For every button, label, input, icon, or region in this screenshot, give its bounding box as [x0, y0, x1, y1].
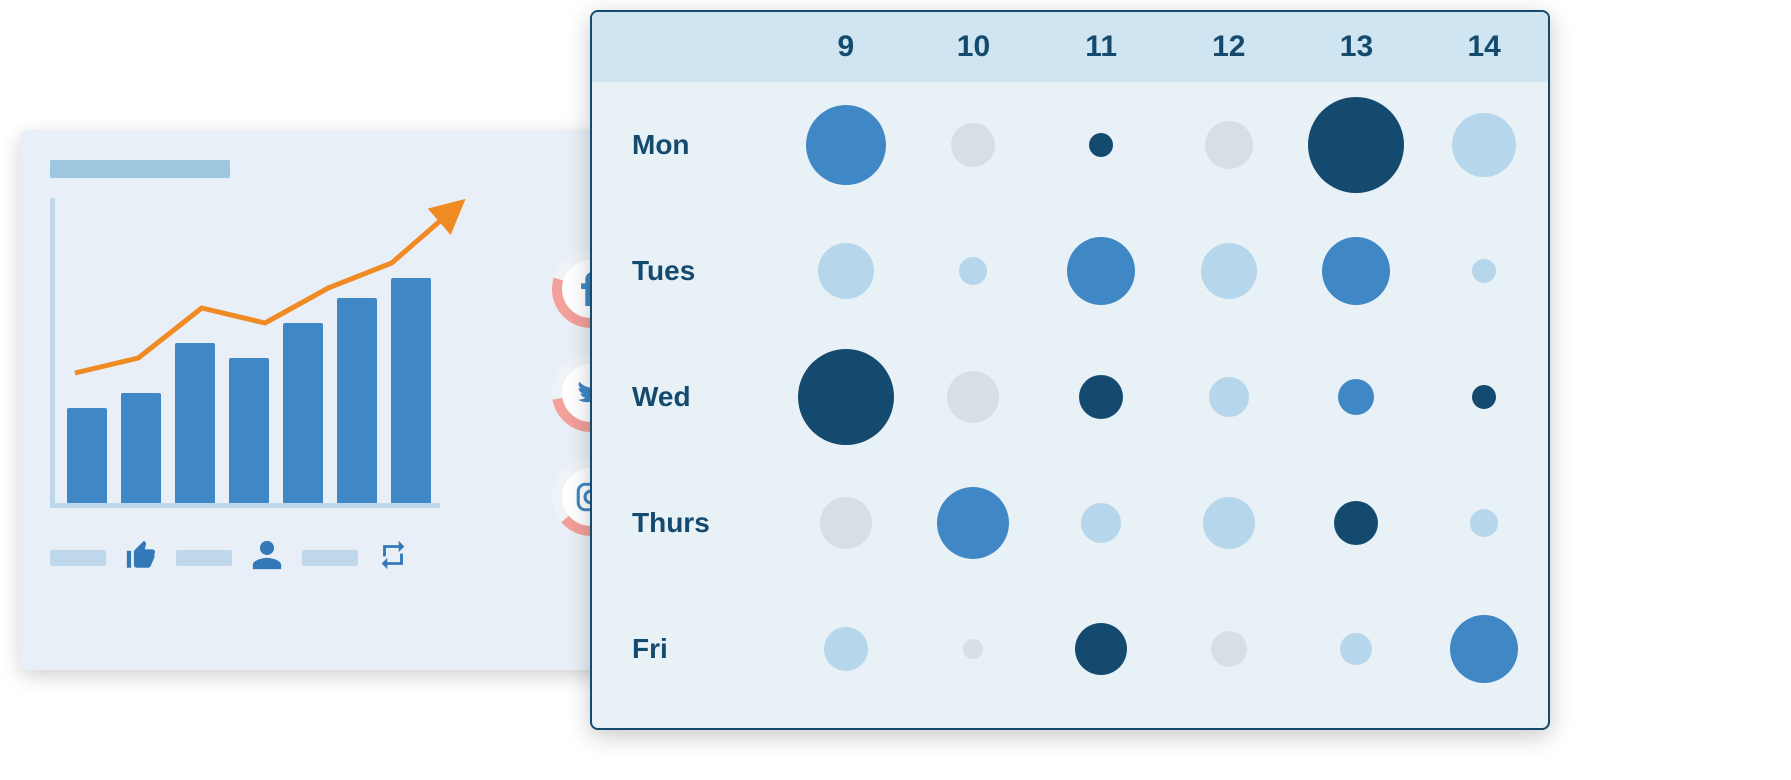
heatmap-cell: [1165, 243, 1293, 299]
metrics-row: [50, 538, 590, 577]
heatmap-cell: [1420, 615, 1548, 683]
heatmap-col-label: 14: [1420, 30, 1548, 64]
bar: [121, 393, 161, 503]
heatmap-bubble: [1211, 631, 1247, 667]
bar: [283, 323, 323, 503]
heatmap-cell: [782, 627, 910, 671]
heatmap-cell: [1293, 633, 1421, 665]
heatmap-col-label: 11: [1037, 30, 1165, 64]
heatmap-cell: [1293, 237, 1421, 305]
heatmap-body: Mon Tues Wed Thurs Fri: [592, 82, 1548, 712]
heatmap-bubble: [947, 371, 999, 423]
heatmap-cell: [1420, 259, 1548, 283]
heatmap-bubble: [937, 487, 1009, 559]
heatmap-cell: [1037, 133, 1165, 157]
heatmap-cell: [910, 257, 1038, 285]
heatmap-cell: [910, 487, 1038, 559]
heatmap-col-label: 10: [910, 30, 1038, 64]
heatmap-cell: [1037, 375, 1165, 419]
heatmap-bubble: [1472, 259, 1496, 283]
heatmap-bubble: [1079, 375, 1123, 419]
heatmap-cell: [782, 349, 910, 445]
heatmap-cell: [1165, 121, 1293, 169]
heatmap-cell: [782, 105, 910, 185]
heatmap-row-label: Thurs: [592, 507, 782, 539]
heatmap-bubble: [1338, 379, 1374, 415]
heatmap-bubble: [1205, 121, 1253, 169]
heatmap-row-label: Wed: [592, 381, 782, 413]
placeholder-title: [50, 160, 230, 178]
heatmap-cell: [1037, 503, 1165, 543]
bar: [67, 408, 107, 503]
heatmap-cell: [1420, 113, 1548, 177]
heatmap-bubble: [798, 349, 894, 445]
heatmap-cell: [1420, 385, 1548, 409]
heatmap-cell: [782, 243, 910, 299]
heatmap-row-label: Fri: [592, 633, 782, 665]
retweet-icon: [376, 538, 410, 577]
user-icon: [250, 538, 284, 577]
heatmap-cell: [782, 497, 910, 549]
heatmap-bubble: [820, 497, 872, 549]
heatmap-bubble: [1067, 237, 1135, 305]
heatmap-row-label: Mon: [592, 129, 782, 161]
heatmap-bubble: [1340, 633, 1372, 665]
heatmap-bubble: [1452, 113, 1516, 177]
heatmap-bubble: [1203, 497, 1255, 549]
heatmap-cell: [1165, 497, 1293, 549]
heatmap-bubble: [1308, 97, 1404, 193]
heatmap-col-label: 9: [782, 30, 910, 64]
heatmap-bubble: [1201, 243, 1257, 299]
heatmap-bubble: [1334, 501, 1378, 545]
heatmap-bubble: [824, 627, 868, 671]
placeholder-bar: [176, 550, 232, 566]
placeholder-bar: [50, 550, 106, 566]
heatmap-cell: [1293, 501, 1421, 545]
heatmap-cell: [1420, 509, 1548, 537]
heatmap-cell: [1037, 623, 1165, 675]
heatmap-cell: [910, 639, 1038, 659]
heatmap-bubble: [1081, 503, 1121, 543]
heatmap-cell: [910, 371, 1038, 423]
heatmap-bubble: [951, 123, 995, 167]
bar-chart-bars: [67, 198, 440, 503]
heatmap-cell: [1037, 237, 1165, 305]
heatmap-bubble: [1089, 133, 1113, 157]
bar: [229, 358, 269, 503]
heatmap-cell: [910, 123, 1038, 167]
heatmap-cell: [1165, 631, 1293, 667]
heatmap-bubble: [1209, 377, 1249, 417]
heatmap-col-label: 13: [1293, 30, 1421, 64]
heatmap-bubble: [1470, 509, 1498, 537]
heatmap-bubble: [806, 105, 886, 185]
heatmap-card: 91011121314 Mon Tues Wed Thurs Fri: [590, 10, 1550, 730]
thumbs-up-icon: [124, 538, 158, 577]
heatmap-cell: [1293, 379, 1421, 415]
heatmap-bubble: [959, 257, 987, 285]
bar-chart: [50, 198, 440, 508]
heatmap-row-label: Tues: [592, 255, 782, 287]
heatmap-bubble: [1322, 237, 1390, 305]
heatmap-cell: [1293, 97, 1421, 193]
bar: [391, 278, 431, 503]
bar: [337, 298, 377, 503]
heatmap-bubble: [1472, 385, 1496, 409]
placeholder-bar: [302, 550, 358, 566]
heatmap-bubble: [1075, 623, 1127, 675]
heatmap-bubble: [1450, 615, 1518, 683]
heatmap-col-label: 12: [1165, 30, 1293, 64]
heatmap-header: 91011121314: [592, 12, 1548, 82]
heatmap-bubble: [818, 243, 874, 299]
bar: [175, 343, 215, 503]
chart-card-growth: [20, 130, 620, 670]
heatmap-cell: [1165, 377, 1293, 417]
heatmap-bubble: [963, 639, 983, 659]
